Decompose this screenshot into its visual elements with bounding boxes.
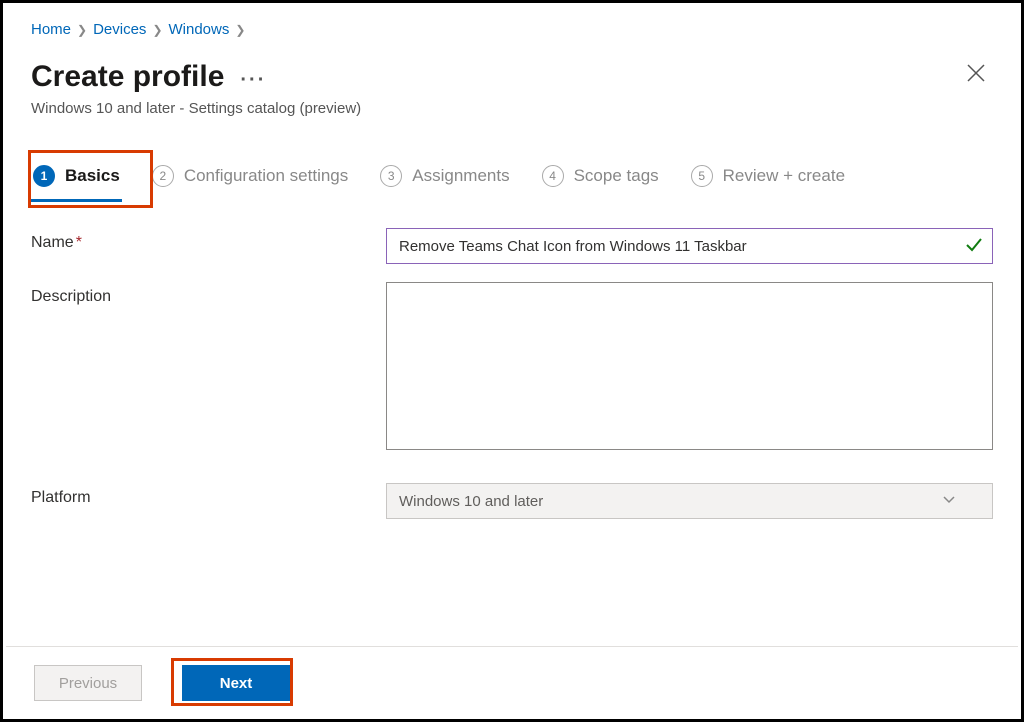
step-number: 4	[542, 165, 564, 187]
page-title: Create profile ···	[31, 60, 361, 94]
platform-label: Platform	[31, 483, 386, 507]
more-actions-button[interactable]: ···	[240, 64, 266, 90]
description-textarea[interactable]	[386, 282, 993, 450]
close-icon	[967, 64, 985, 82]
step-number: 5	[691, 165, 713, 187]
step-configuration-settings[interactable]: 2 Configuration settings	[150, 159, 350, 202]
wizard-steps: 1 Basics 2 Configuration settings 3 Assi…	[31, 159, 993, 202]
next-button[interactable]: Next	[182, 665, 290, 701]
description-label: Description	[31, 282, 386, 306]
step-label: Basics	[65, 166, 120, 186]
step-scope-tags[interactable]: 4 Scope tags	[540, 159, 661, 202]
required-indicator: *	[76, 234, 82, 251]
chevron-right-icon: ❯	[152, 23, 162, 37]
platform-value: Windows 10 and later	[399, 493, 543, 510]
breadcrumb: Home ❯ Devices ❯ Windows ❯	[31, 21, 993, 38]
step-number: 2	[152, 165, 174, 187]
breadcrumb-devices[interactable]: Devices	[93, 21, 146, 38]
valid-check-icon	[965, 236, 983, 259]
chevron-down-icon	[942, 492, 956, 510]
step-basics[interactable]: 1 Basics	[31, 159, 122, 202]
previous-button[interactable]: Previous	[34, 665, 142, 701]
name-label: Name*	[31, 228, 386, 252]
step-label: Assignments	[412, 166, 509, 186]
step-label: Configuration settings	[184, 166, 348, 186]
page-title-text: Create profile	[31, 60, 224, 94]
close-button[interactable]	[959, 60, 993, 90]
step-review-create[interactable]: 5 Review + create	[689, 159, 847, 202]
footer-bar: Previous Next	[6, 646, 1018, 719]
step-number: 3	[380, 165, 402, 187]
page-subtitle: Windows 10 and later - Settings catalog …	[31, 100, 361, 117]
chevron-right-icon: ❯	[77, 23, 87, 37]
chevron-right-icon: ❯	[235, 23, 245, 37]
name-input[interactable]	[386, 228, 993, 264]
step-assignments[interactable]: 3 Assignments	[378, 159, 511, 202]
breadcrumb-home[interactable]: Home	[31, 21, 71, 38]
step-number: 1	[33, 165, 55, 187]
step-label: Scope tags	[574, 166, 659, 186]
breadcrumb-windows[interactable]: Windows	[169, 21, 230, 38]
platform-select: Windows 10 and later	[386, 483, 993, 519]
step-label: Review + create	[723, 166, 845, 186]
